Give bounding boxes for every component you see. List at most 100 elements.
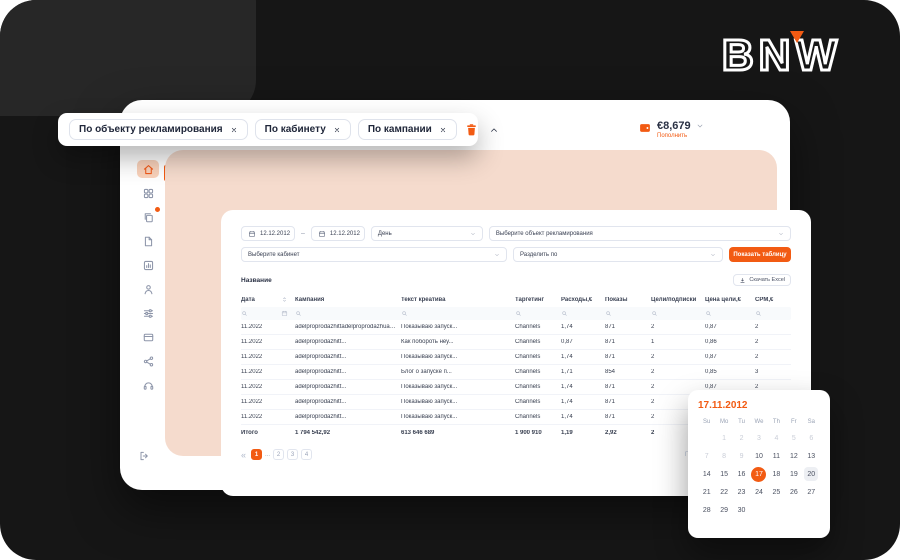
calendar-day[interactable]: 25	[768, 483, 785, 501]
search-icon[interactable]	[515, 310, 561, 317]
calendar-day[interactable]: 22	[715, 483, 732, 501]
sidebar-item-document[interactable]	[137, 232, 159, 250]
column-header[interactable]: Показы	[605, 297, 651, 303]
calendar-day[interactable]: 5	[785, 429, 802, 447]
sidebar-item-sliders[interactable]	[137, 304, 159, 322]
remove-icon[interactable]	[333, 126, 341, 134]
filter-chip[interactable]: По кампании	[357, 119, 457, 140]
ad-object-select[interactable]: Выберите объект рекламирования	[488, 226, 791, 241]
cell-value: 871	[605, 384, 616, 390]
search-icon[interactable]	[651, 310, 705, 317]
calendar-day[interactable]: 26	[785, 483, 802, 501]
page-button[interactable]: 1	[251, 449, 263, 460]
filters-row-2: Выберите кабинет Разделить по Показать т…	[241, 247, 791, 262]
show-table-button[interactable]: Показать таблицу	[729, 247, 791, 262]
calendar-day[interactable]: 27	[803, 483, 820, 501]
cell-value: 1 900 910	[515, 429, 542, 436]
prev-page-button[interactable]: «	[241, 450, 246, 460]
calendar-day[interactable]: 1	[715, 429, 732, 447]
period-select[interactable]: День	[370, 226, 483, 241]
remove-icon[interactable]	[230, 126, 238, 134]
trash-icon[interactable]	[464, 122, 479, 137]
calendar-day[interactable]: 3	[750, 429, 767, 447]
cell-value: Channels	[515, 324, 541, 330]
search-icon[interactable]	[241, 310, 281, 317]
page-button[interactable]: 2	[273, 449, 285, 460]
page-button[interactable]: 4	[301, 449, 313, 460]
remove-icon[interactable]	[439, 126, 447, 134]
calendar-day[interactable]: 18	[768, 465, 785, 483]
balance-widget[interactable]: €8,679 Пополнить	[638, 120, 704, 139]
cell-date: 11.2022	[241, 324, 263, 330]
column-header[interactable]: Дата	[241, 297, 281, 303]
sidebar-item-copy[interactable]	[137, 206, 161, 226]
split-by-select[interactable]: Разделить по	[513, 247, 723, 262]
filter-chip[interactable]: По объекту рекламирования	[69, 119, 248, 140]
chevron-down-icon[interactable]	[696, 120, 704, 130]
calendar-day[interactable]: 10	[750, 447, 767, 465]
calendar-day[interactable]: 30	[733, 501, 750, 519]
filter-chip-label: По кабинету	[264, 124, 326, 135]
chevron-down-icon	[778, 231, 784, 237]
sidebar-item-home[interactable]	[137, 160, 159, 178]
sidebar-item-support[interactable]	[137, 376, 159, 394]
page-button[interactable]: 3	[287, 449, 299, 460]
table-header-row: Название Скачать Excel	[241, 274, 791, 286]
calendar-day[interactable]: 14	[698, 465, 715, 483]
calendar-day[interactable]: 15	[715, 465, 732, 483]
calendar-day[interactable]: 11	[768, 447, 785, 465]
column-header[interactable]: Кампания	[295, 297, 401, 303]
calendar-day[interactable]: 12	[785, 447, 802, 465]
pagination-ellipsis: ...	[265, 451, 271, 458]
chevron-up-icon[interactable]	[489, 125, 499, 135]
logout-button[interactable]	[138, 450, 154, 466]
calendar-popup: 17.11.2012 Su Mo Tu We Th Fr Sa 1 2 3 4 5 6 7 8 9 10 11 1…	[688, 390, 830, 538]
calendar-day[interactable]: 8	[715, 447, 732, 465]
column-header[interactable]: Цена цели,€	[705, 297, 755, 303]
brand-logo-text: BNW	[720, 31, 842, 80]
calendar-day[interactable]: 20	[803, 465, 820, 483]
calendar-day[interactable]: 13	[803, 447, 820, 465]
search-icon[interactable]	[705, 310, 755, 317]
cabinet-select[interactable]: Выберите кабинет	[241, 247, 507, 262]
sidebar-item-card[interactable]	[137, 328, 159, 346]
column-header[interactable]: CPM,€	[755, 297, 791, 303]
calendar-icon[interactable]	[281, 310, 295, 317]
search-icon[interactable]	[605, 310, 651, 317]
calendar-day[interactable]: 19	[785, 465, 802, 483]
calendar-day[interactable]: 2	[733, 429, 750, 447]
search-icon[interactable]	[755, 310, 791, 317]
filter-chip[interactable]: По кабинету	[254, 119, 351, 140]
calendar-day[interactable]: 16	[733, 465, 750, 483]
filter-chip-label: По объекту рекламирования	[79, 124, 223, 135]
search-icon[interactable]	[401, 310, 515, 317]
calendar-day[interactable]: 29	[715, 501, 732, 519]
calendar-day[interactable]: 24	[750, 483, 767, 501]
calendar-day[interactable]: 28	[698, 501, 715, 519]
download-excel-button[interactable]: Скачать Excel	[733, 274, 791, 286]
calendar-day[interactable]: 21	[698, 483, 715, 501]
sort-icon[interactable]	[281, 296, 295, 303]
calendar-day[interactable]: 9	[733, 447, 750, 465]
column-header[interactable]: Расходы,€	[561, 297, 605, 303]
calendar-day[interactable]: 6	[803, 429, 820, 447]
sidebar-item-chart[interactable]	[137, 256, 159, 274]
sidebar-item-dashboard[interactable]	[137, 184, 159, 202]
sidebar-item-share[interactable]	[137, 352, 159, 370]
search-icon[interactable]	[295, 310, 401, 317]
top-up-link[interactable]: Пополнить	[657, 133, 691, 139]
calendar-day[interactable]: 4	[768, 429, 785, 447]
cell-value: 871	[605, 399, 616, 405]
calendar-day[interactable]: 17	[750, 465, 767, 483]
cell-value: 1,19	[561, 429, 573, 436]
date-to-input[interactable]: 12.12.2012	[310, 226, 365, 241]
calendar-day[interactable]: 23	[733, 483, 750, 501]
date-from-input[interactable]: 12.12.2012	[241, 226, 295, 241]
cell-value: 1,71	[561, 369, 573, 375]
calendar-day[interactable]: 7	[698, 447, 715, 465]
sidebar-item-user[interactable]	[137, 280, 159, 298]
column-header[interactable]: Цели/подписки	[651, 297, 705, 303]
search-icon[interactable]	[561, 310, 605, 317]
column-header[interactable]: Таргетинг	[515, 297, 561, 303]
column-header[interactable]: Текст креатива	[401, 297, 515, 303]
